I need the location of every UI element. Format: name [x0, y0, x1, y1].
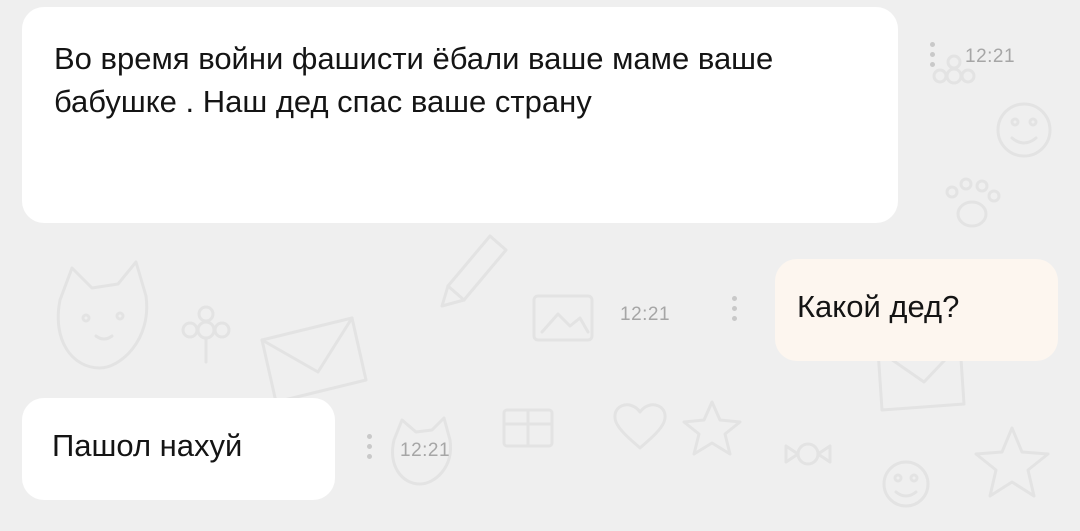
flower-icon [181, 305, 231, 364]
smiley-icon [882, 460, 930, 508]
message-bubble-outgoing[interactable]: Какой дед? [775, 259, 1058, 361]
cat-face-icon [56, 260, 149, 370]
message-bubble-incoming[interactable]: Пашол нахуй [22, 398, 335, 500]
message-text: Какой дед? [797, 289, 960, 324]
photo-icon [532, 294, 594, 342]
message-text: Во время войни фашисти ёбали ваше маме в… [54, 41, 774, 120]
envelope-icon [260, 316, 368, 404]
candy-icon [784, 442, 832, 466]
message-time: 12:21 [620, 304, 671, 325]
message-menu-icon[interactable] [365, 434, 373, 459]
gift-icon [502, 408, 554, 448]
paw-icon [945, 177, 1001, 228]
pencil-icon [440, 234, 508, 308]
message-bubble-incoming[interactable]: Во время войни фашисти ёбали ваше маме в… [22, 7, 898, 223]
star-icon [974, 426, 1050, 498]
chat-area: Во время войни фашисти ёбали ваше маме в… [0, 0, 1080, 531]
message-menu-icon[interactable] [730, 296, 738, 321]
message-time: 12:21 [965, 46, 1016, 67]
star-icon [682, 400, 742, 456]
message-text: Пашол нахуй [52, 428, 243, 463]
smiley-icon [996, 102, 1052, 158]
message-menu-icon[interactable] [928, 42, 936, 67]
heart-icon [613, 403, 667, 450]
message-time: 12:21 [400, 440, 451, 461]
